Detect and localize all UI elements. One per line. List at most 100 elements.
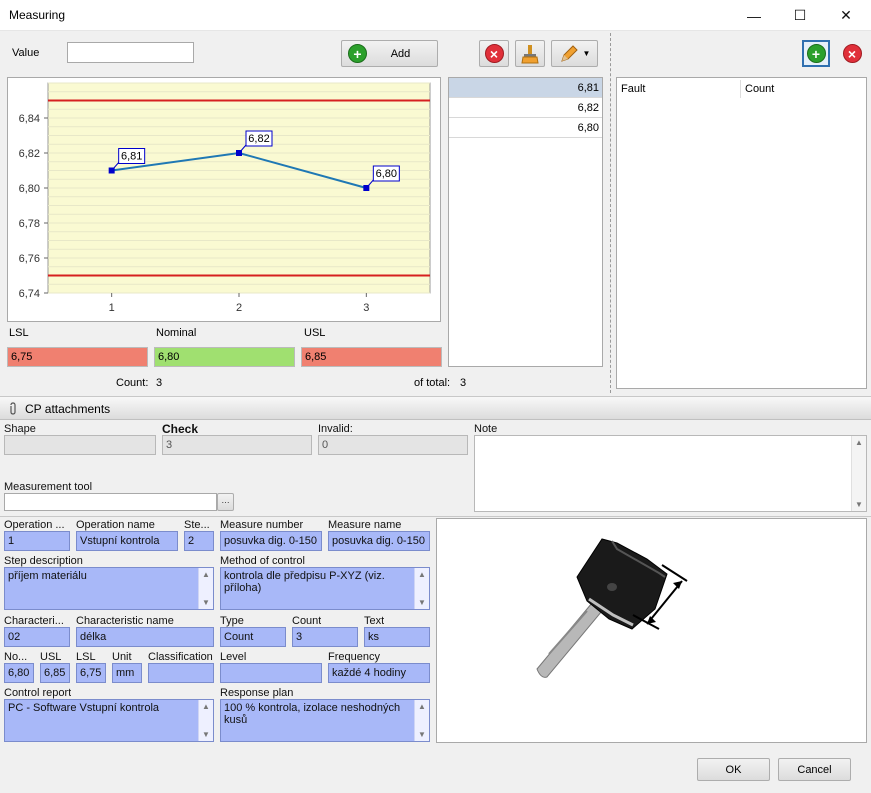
edit-dropdown-button[interactable]: ▼ <box>551 40 598 67</box>
operation-field[interactable]: 1 <box>4 531 70 551</box>
tool-browse-button[interactable]: ··· <box>217 493 234 511</box>
count-column-header[interactable]: Count <box>745 83 774 95</box>
part-image <box>436 518 867 743</box>
panel-divider <box>610 33 611 393</box>
characteristic-name-label: Characteristic name <box>76 615 174 627</box>
step-field[interactable]: 2 <box>184 531 214 551</box>
lsl-value: 6,75 <box>7 347 148 367</box>
plus-icon: + <box>348 44 367 63</box>
nominal-value: 6,80 <box>154 347 295 367</box>
fault-column-header[interactable]: Fault <box>621 83 645 95</box>
list-item[interactable]: 6,80 <box>449 118 602 138</box>
characteristic-field[interactable]: 02 <box>4 627 70 647</box>
nominal-detail-field[interactable]: 6,80 <box>4 663 34 683</box>
total-label: of total: <box>414 377 451 389</box>
measurement-chart: 6,84 6,82 6,80 6,78 6,76 6,74 1 2 3 6,81 6,82 6,80 <box>7 77 441 322</box>
values-list[interactable]: 6,81 6,82 6,80 <box>448 77 603 367</box>
lsl-detail-field[interactable]: 6,75 <box>76 663 106 683</box>
measurement-tool-field[interactable] <box>4 493 217 511</box>
usl-detail-label: USL <box>40 651 62 663</box>
measure-number-label: Measure number <box>220 519 304 531</box>
control-report-label: Control report <box>4 687 72 699</box>
note-scrollbar[interactable]: ▲ ▼ <box>851 436 866 511</box>
check-label: Check <box>162 422 199 436</box>
list-item[interactable]: 6,82 <box>449 98 602 118</box>
add-label: Add <box>390 47 411 60</box>
cancel-button[interactable]: Cancel <box>778 758 851 781</box>
unit-field[interactable]: mm <box>112 663 142 683</box>
classification-label: Classification <box>148 651 213 663</box>
classification-field[interactable] <box>148 663 214 683</box>
response-plan-label: Response plan <box>220 687 294 699</box>
y-tick-label: 6,80 <box>19 183 40 195</box>
type-label: Type <box>220 615 244 627</box>
attachments-bar[interactable]: CP attachments <box>0 396 871 420</box>
add-button[interactable]: + Add <box>341 40 438 67</box>
data-label: 6,82 <box>248 133 269 145</box>
method-field[interactable]: kontrola dle předpisu P-XYZ (viz. příloh… <box>220 567 430 610</box>
operation-name-field[interactable]: Vstupní kontrola <box>76 531 178 551</box>
step-description-field[interactable]: příjem materiálu ▲ ▼ <box>4 567 214 610</box>
usl-label: USL <box>304 327 326 339</box>
response-plan-text: 100 % kontrola, izolace neshodných kusů <box>224 702 401 726</box>
shape-field <box>4 435 156 455</box>
lsl-label: LSL <box>9 327 29 339</box>
close-window-button[interactable]: ✕ <box>823 0 869 31</box>
text-field[interactable]: ks <box>364 627 430 647</box>
value-input[interactable] <box>67 42 194 63</box>
delete-value-button[interactable]: × <box>479 40 509 67</box>
shape-label: Shape <box>4 423 36 435</box>
measurement-tool-label: Measurement tool <box>4 481 93 493</box>
control-report-field[interactable]: PC - Software Vstupní kontrola ▲ ▼ <box>4 699 214 742</box>
level-field[interactable] <box>220 663 322 683</box>
window-title: Measuring <box>9 8 66 22</box>
scrollbar[interactable]: ▲ ▼ <box>198 568 213 609</box>
usl-detail-field[interactable]: 6,85 <box>40 663 70 683</box>
plus-icon: + <box>806 44 826 63</box>
section-divider <box>0 516 871 517</box>
characteristic-name-field[interactable]: délka <box>76 627 214 647</box>
add-fault-button[interactable]: + <box>802 40 830 67</box>
note-label: Note <box>474 423 498 435</box>
check-field: 3 <box>162 435 312 455</box>
nominal-label: Nominal <box>156 327 197 339</box>
measure-name-field[interactable]: posuvka dig. 0-150 <box>328 531 430 551</box>
minimize-button[interactable]: — <box>731 0 777 31</box>
unit-label: Unit <box>112 651 132 663</box>
broom-icon <box>521 44 539 63</box>
clear-button[interactable] <box>515 40 545 67</box>
level-label: Level <box>220 651 247 663</box>
measure-number-field[interactable]: posuvka dig. 0-150 <box>220 531 322 551</box>
x-tick-label: 2 <box>236 302 242 314</box>
y-tick-label: 6,82 <box>19 148 40 160</box>
scrollbar[interactable]: ▲ ▼ <box>198 700 213 741</box>
scrollbar[interactable]: ▲ ▼ <box>414 700 429 741</box>
attachments-label: CP attachments <box>25 402 111 416</box>
total-value: 3 <box>460 377 467 389</box>
count-detail-field[interactable]: 3 <box>292 627 358 647</box>
type-field[interactable]: Count <box>220 627 286 647</box>
nominal-detail-label: No... <box>4 651 28 663</box>
remove-fault-button[interactable]: × <box>838 40 866 67</box>
ok-button[interactable]: OK <box>697 758 770 781</box>
text-label: Text <box>364 615 385 627</box>
chart-svg: 6,84 6,82 6,80 6,78 6,76 6,74 1 2 3 6,81 6,82 6,80 <box>19 82 431 314</box>
characteristic-label: Characteri... <box>4 615 64 627</box>
delete-icon: × <box>484 44 504 63</box>
frequency-label: Frequency <box>328 651 380 663</box>
response-plan-field[interactable]: 100 % kontrola, izolace neshodných kusů … <box>220 699 430 742</box>
frequency-field[interactable]: každé 4 hodiny <box>328 663 430 683</box>
operation-name-label: Operation name <box>76 519 155 531</box>
step-label: Ste... <box>184 519 210 531</box>
lsl-detail-label: LSL <box>76 651 96 663</box>
title-bar: Measuring — ☐ ✕ <box>0 0 871 31</box>
note-textarea[interactable]: ▲ ▼ <box>474 435 867 512</box>
y-tick-label: 6,74 <box>19 288 40 300</box>
scrollbar[interactable]: ▲ ▼ <box>414 568 429 609</box>
x-tick-label: 3 <box>363 302 369 314</box>
maximize-button[interactable]: ☐ <box>777 0 823 31</box>
data-label: 6,80 <box>376 168 397 180</box>
list-item[interactable]: 6,81 <box>449 78 602 98</box>
method-label: Method of control <box>220 555 305 567</box>
fault-grid[interactable]: Fault Count <box>616 77 867 389</box>
